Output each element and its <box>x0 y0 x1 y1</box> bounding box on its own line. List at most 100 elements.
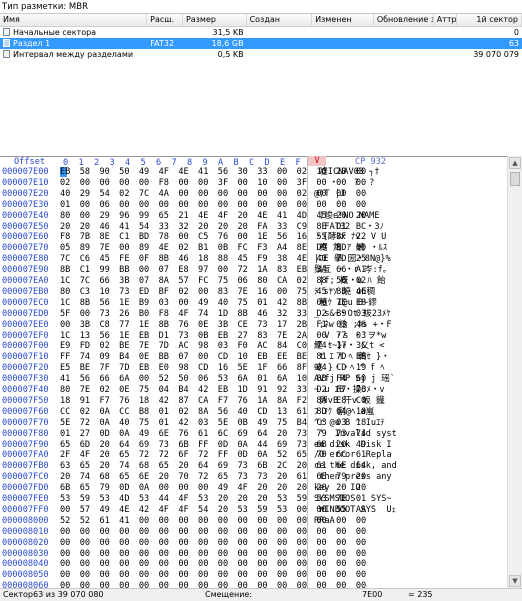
hex-editor[interactable]: Offset 0123456789ABCDEF V CP 932 000007E… <box>0 156 522 591</box>
partition-table-header: Имя Расш. Размер Создан Изменен Обновлен… <box>0 14 522 27</box>
partition-icon <box>3 39 10 47</box>
hex-offset: 000007E30 <box>2 199 49 210</box>
hex-text[interactable]: 稙ｹ I@u B~鏐 <box>314 298 377 308</box>
hex-text[interactable]: FAT32 ・3ﾉ <box>314 222 383 232</box>
column-header-size[interactable]: Размер <box>183 14 247 26</box>
hex-text[interactable]: em disk Disk I <box>314 440 392 450</box>
hex-bytes[interactable]: 00 00 00 00 00 00 00 00 00 00 00 00 00 0… <box>60 570 366 580</box>
hex-offset: 000007FF0 <box>2 504 49 515</box>
hex-offset: 000008030 <box>2 548 49 559</box>
hex-text[interactable]: |ﾆE 擧 圀・8N@}% <box>314 254 391 264</box>
hex-text[interactable]: _ s&ｰ・Ot 祓23ﾒｹ <box>314 309 391 319</box>
hex-text[interactable]: /O error Repla <box>314 450 392 460</box>
hex-text[interactable]: ^r @u B ^ Iuｴﾃ <box>314 418 385 428</box>
hex-text[interactable]: ' Invalid syst <box>314 429 397 439</box>
hex-offset: 000007FC0 <box>2 472 49 483</box>
hex-offset: 000007E90 <box>2 265 49 276</box>
offset-header: Offset <box>14 157 46 167</box>
column-header-first-sector[interactable]: 1й сектор <box>457 14 522 26</box>
hex-text[interactable]: 卵vB 汗v 坂 鐡 <box>314 396 384 406</box>
hex-text[interactable]: key IO <box>314 483 392 493</box>
partition-size: 18,6 GB <box>211 39 244 48</box>
partition-row[interactable]: Начальные сектора 31,5 KB 0 <box>0 27 522 38</box>
hex-text[interactable]: ﾃ sﾔｿ 焼 uE稠 <box>314 287 375 297</box>
scroll-down-icon[interactable]: ▼ <box>509 575 521 587</box>
hex-offset: 000007F70 <box>2 417 49 428</box>
hex-offset: 000007EE0 <box>2 319 49 330</box>
hex-offset: 000007F30 <box>2 374 49 385</box>
partition-ext: FAT32 <box>150 39 175 48</box>
hex-text[interactable]: 裼 鴆 ｱ 鵤 ・ﾙｽ <box>314 243 387 253</box>
hex-text[interactable]: AVfj RP Sj j 瑶` <box>314 374 395 384</box>
scroll-thumb[interactable] <box>510 172 520 186</box>
partition-icon <box>3 28 10 36</box>
hex-text[interactable]: )悛e!NO NAME <box>314 211 379 221</box>
hex-offset: 000007F10 <box>2 352 49 363</box>
column-header-created[interactable]: Создан <box>247 14 313 26</box>
hex-text[interactable]: t ｴ ｻ ﾍ 鵯ｾ }・ <box>314 352 390 362</box>
hex-offset: 000007ED0 <box>2 308 49 319</box>
column-header-ext[interactable]: Расш. <box>147 14 183 26</box>
hex-offset: 000007F40 <box>2 385 49 395</box>
hex-offset: 000007F50 <box>2 395 49 406</box>
hex-text[interactable]: SYSMSDOS SYS~ <box>314 494 392 504</box>
hex-text[interactable]: ce the disk, and <box>314 461 397 471</box>
hex-text[interactable]: ・{酵ｽx ﾅv V U <box>314 232 386 242</box>
hex-offset: 000007F00 <box>2 341 49 352</box>
hex-bytes[interactable]: 00 00 00 00 00 00 00 00 00 00 00 00 00 0… <box>60 559 366 569</box>
hex-offset: 000007F80 <box>2 428 49 439</box>
status-offset-value: 7E00 <box>362 590 383 599</box>
hex-text[interactable]: ・ ? ? <box>314 178 380 188</box>
hex-bytes[interactable]: 00 00 00 00 00 00 00 00 00 00 00 00 00 0… <box>60 538 366 548</box>
partition-table: Имя Расш. Размер Создан Изменен Обновлен… <box>0 13 522 157</box>
column-header-record-updated[interactable]: Обновление записи <box>374 14 434 26</box>
hex-offset: 000007E60 <box>2 232 49 243</box>
column-header-name[interactable]: Имя <box>0 14 148 26</box>
hex-offset: 000007F20 <box>2 363 49 374</box>
column-header-modified[interactable]: Изменен <box>312 14 374 26</box>
hex-offset: 000007FB0 <box>2 461 49 472</box>
codepage-label[interactable]: CP 932 <box>355 157 386 167</box>
hex-offset: 000007EC0 <box>2 297 49 308</box>
column-header-attr[interactable]: Аттр. <box>434 14 457 26</box>
hex-text[interactable]: ~ u ｴB・操3ﾒ・v <box>314 385 385 395</box>
status-offset-decimal: = 235 <box>408 590 433 599</box>
partition-type-label: Тип разметки: MBR <box>2 2 88 12</box>
hex-offset: 000007E20 <box>2 188 49 199</box>
partition-first-sector: 0 <box>513 28 519 37</box>
hex-text[interactable]: RRaA <box>314 516 335 526</box>
hex-offset: 000007FE0 <box>2 494 49 504</box>
hex-text[interactable]: V ・s ・'ヲ*w <box>314 331 386 341</box>
hex-text[interactable]: @)T |J <box>314 189 345 199</box>
partition-icon <box>3 50 10 58</box>
hex-offset: 000007EB0 <box>2 286 49 297</box>
hex-offset: 000007EF0 <box>2 330 49 341</box>
hex-bytes[interactable]: 01 00 06 00 00 00 00 00 00 00 00 00 00 0… <box>60 200 366 210</box>
hex-text[interactable]: 蛯 }・・ﾍ ^ f ﾍ <box>314 363 385 373</box>
text-mode-marker[interactable]: V <box>308 156 326 166</box>
hex-offset: 000007E70 <box>2 243 49 254</box>
partition-name: Раздел 1 <box>0 39 147 48</box>
hex-offset: 000008050 <box>2 570 49 581</box>
hex-offset: 000007F90 <box>2 439 49 450</box>
hex-offset: 000007FD0 <box>2 483 49 494</box>
hex-text[interactable]: ;ﾈw 詒 ;ﾎs +・F <box>314 320 391 330</box>
hex-offset: 000008040 <box>2 559 49 570</box>
hex-bytes[interactable]: 00 00 00 00 00 00 00 00 00 00 00 00 00 0… <box>60 549 366 559</box>
partition-row[interactable]: Интервал между разделами 0,5 KB 39 070 079 <box>0 49 522 60</box>
hex-text[interactable]: |f; 概・u ﾊ 飴 <box>314 276 385 286</box>
hex-offset: 000007F60 <box>2 406 49 417</box>
scroll-up-icon[interactable]: ▲ <box>509 157 521 169</box>
hex-offset: 000008020 <box>2 537 49 548</box>
partition-row[interactable]: Раздел 1 FAT32 18,6 GB 63 <box>0 38 522 49</box>
hex-offset: 000007E50 <box>2 221 49 232</box>
hex-text[interactable]: 鬚亙 ・・r 岑:f｡ <box>314 265 387 275</box>
hex-text[interactable]: WINBOOT SYS Uｪ <box>314 505 396 515</box>
hex-text[interactable]: 鰹 ｾ~}ｬ・ 乂t < <box>314 341 385 351</box>
hex-text[interactable]: then press any <box>314 472 397 482</box>
hex-text[interactable]: ﾌ ﾌｸ 割@ﾍ a嵐 <box>314 407 374 417</box>
partition-size: 0,5 KB <box>217 50 244 59</box>
vertical-scrollbar[interactable]: ▲ ▼ <box>507 156 522 588</box>
hex-bytes[interactable]: 00 00 00 00 00 00 00 00 00 00 00 00 00 0… <box>60 527 366 537</box>
hex-text[interactable]: 嘘ICNAV03 ┐† <box>314 167 385 177</box>
